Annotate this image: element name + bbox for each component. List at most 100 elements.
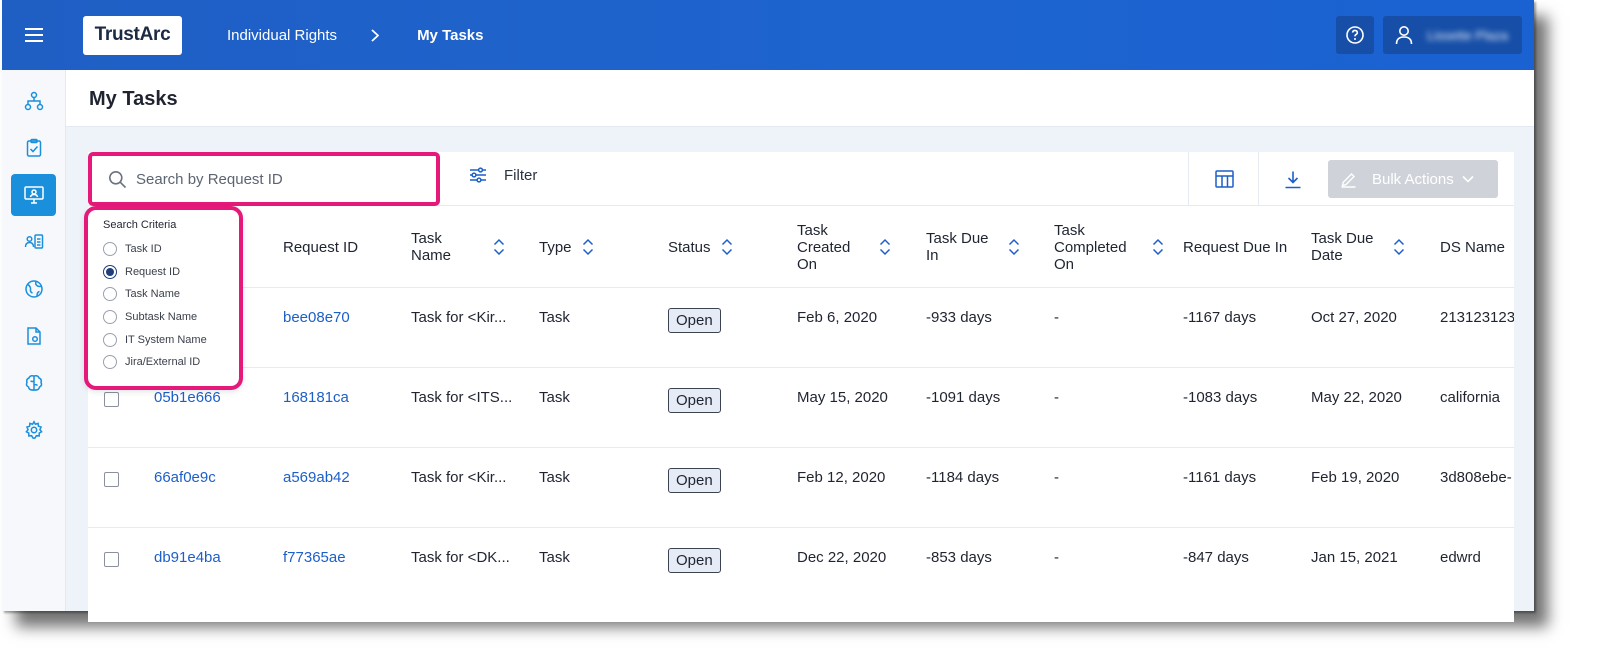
user-icon	[1395, 26, 1413, 45]
task-due-date: May 22, 2020	[1311, 389, 1402, 406]
page-title: My Tasks	[89, 88, 178, 110]
brain-icon	[25, 375, 42, 391]
user-menu-button[interactable]: Lissette Plaza	[1383, 16, 1522, 54]
sort-icon[interactable]	[493, 238, 505, 256]
column-header-task-due-in[interactable]: Task Due In	[926, 206, 1020, 288]
status-badge: Open	[668, 468, 721, 493]
table-row[interactable]: 66af0e9c a569ab42 Task for <Kir... Task …	[88, 448, 1514, 528]
user-name: Lissette Plaza	[1427, 27, 1508, 43]
column-header-status[interactable]: Status	[668, 206, 733, 288]
radio-button[interactable]	[103, 310, 117, 325]
task-name: Task for <DK...	[411, 549, 510, 566]
column-header-request-id[interactable]: Request ID	[283, 206, 358, 288]
sort-icon[interactable]	[582, 238, 594, 256]
task-id-link[interactable]: 66af0e9c	[154, 469, 216, 486]
sidebar-item-tasks-checklist[interactable]	[11, 127, 56, 169]
task-completed-on: -	[1054, 309, 1059, 326]
task-name: Task for <Kir...	[411, 469, 507, 486]
column-header-task-created-on[interactable]: Task Created On	[797, 206, 891, 288]
task-id-link[interactable]: 05b1e666	[154, 389, 221, 406]
search-criteria-title: Search Criteria	[103, 219, 177, 231]
sidebar-item-documents[interactable]	[11, 315, 56, 357]
filter-button[interactable]: Filter	[468, 166, 537, 184]
request-id-link[interactable]: 168181ca	[283, 389, 349, 406]
radio-button[interactable]	[103, 355, 117, 370]
ds-name: edwrd	[1440, 549, 1481, 566]
ds-name: 3d808ebe-	[1440, 469, 1512, 486]
bulk-actions-button[interactable]: Bulk Actions	[1328, 160, 1498, 198]
radio-button-selected[interactable]	[103, 264, 117, 279]
toolbar: Filter Bulk Actions	[88, 152, 1514, 206]
help-button[interactable]	[1336, 16, 1374, 54]
criteria-option-request-id[interactable]: Request ID	[103, 261, 239, 284]
breadcrumb-my-tasks: My Tasks	[417, 26, 484, 44]
criteria-option-task-name[interactable]: Task Name	[103, 283, 239, 306]
task-due-in: -1184 days	[926, 469, 1000, 486]
sort-icon[interactable]	[721, 238, 733, 256]
row-checkbox[interactable]	[104, 552, 119, 567]
column-header-type[interactable]: Type	[539, 206, 594, 288]
sidebar	[2, 70, 66, 611]
criteria-option-task-id[interactable]: Task ID	[103, 238, 239, 261]
sort-icon[interactable]	[1393, 238, 1405, 256]
monitor-user-icon	[23, 186, 44, 204]
bulk-actions-label: Bulk Actions	[1372, 170, 1454, 188]
radio-button[interactable]	[103, 287, 117, 302]
status-badge: Open	[668, 548, 721, 573]
sort-icon[interactable]	[879, 238, 891, 256]
gear-icon	[24, 420, 43, 439]
radio-button[interactable]	[103, 332, 117, 347]
table-row[interactable]: 05b1e666 168181ca Task for <ITS... Task …	[88, 368, 1514, 448]
sidebar-item-global[interactable]	[11, 268, 56, 310]
row-checkbox[interactable]	[104, 472, 119, 487]
request-id-link[interactable]: bee08e70	[283, 309, 350, 326]
document-settings-icon	[26, 327, 41, 345]
sort-icon[interactable]	[1008, 238, 1020, 256]
task-completed-on: -	[1054, 549, 1059, 566]
request-due-in: -847 days	[1183, 549, 1249, 566]
request-due-in: -1161 days	[1183, 469, 1257, 486]
task-id-link[interactable]: db91e4ba	[154, 549, 221, 566]
task-created-on: Feb 12, 2020	[797, 469, 886, 486]
column-header-request-due-in[interactable]: Request Due In	[1183, 206, 1295, 288]
task-due-date: Feb 19, 2020	[1311, 469, 1400, 486]
sidebar-item-directory[interactable]	[11, 221, 56, 263]
breadcrumb-individual-rights[interactable]: Individual Rights	[227, 27, 337, 44]
column-header-task-due-date[interactable]: Task Due Date	[1311, 206, 1405, 288]
criteria-option-jira-external-id[interactable]: Jira/External ID	[103, 351, 239, 374]
sliders-icon	[470, 167, 486, 183]
column-header-task-name[interactable]: Task Name	[411, 206, 505, 288]
column-header-task-completed-on[interactable]: Task Completed On	[1054, 206, 1164, 288]
sidebar-item-individual-rights[interactable]	[11, 174, 56, 216]
criteria-option-it-system-name[interactable]: IT System Name	[103, 328, 239, 351]
column-header-ds-name[interactable]: DS Name	[1440, 206, 1505, 288]
criteria-option-subtask-name[interactable]: Subtask Name	[103, 306, 239, 329]
columns-button[interactable]	[1212, 166, 1236, 192]
task-type: Task	[539, 469, 570, 486]
search-box[interactable]	[88, 152, 440, 206]
sidebar-item-hierarchy[interactable]	[11, 80, 56, 122]
status-badge: Open	[668, 308, 721, 333]
download-icon	[1285, 171, 1301, 188]
task-created-on: May 15, 2020	[797, 389, 888, 406]
sidebar-item-intelligence[interactable]	[11, 362, 56, 404]
request-id-link[interactable]: a569ab42	[283, 469, 350, 486]
status-badge: Open	[668, 388, 721, 413]
sidebar-item-settings[interactable]	[11, 409, 56, 451]
table-row[interactable]: bee08e70 Task for <Kir... Task Open Feb …	[88, 288, 1514, 368]
request-due-in: -1167 days	[1183, 309, 1257, 326]
filter-label: Filter	[504, 166, 538, 184]
sort-icon[interactable]	[1152, 238, 1164, 256]
search-input[interactable]	[136, 170, 416, 188]
task-completed-on: -	[1054, 469, 1059, 486]
table-row[interactable]: db91e4ba f77365ae Task for <DK... Task O…	[88, 528, 1514, 608]
download-button[interactable]	[1281, 166, 1305, 192]
task-due-date: Oct 27, 2020	[1311, 309, 1397, 326]
menu-icon[interactable]	[2, 0, 66, 70]
request-id-link[interactable]: f77365ae	[283, 549, 346, 566]
task-type: Task	[539, 309, 570, 326]
trustarc-logo[interactable]: TrustArc	[83, 15, 182, 55]
radio-button[interactable]	[103, 242, 117, 257]
clipboard-check-icon	[26, 138, 41, 157]
row-checkbox[interactable]	[104, 392, 119, 407]
